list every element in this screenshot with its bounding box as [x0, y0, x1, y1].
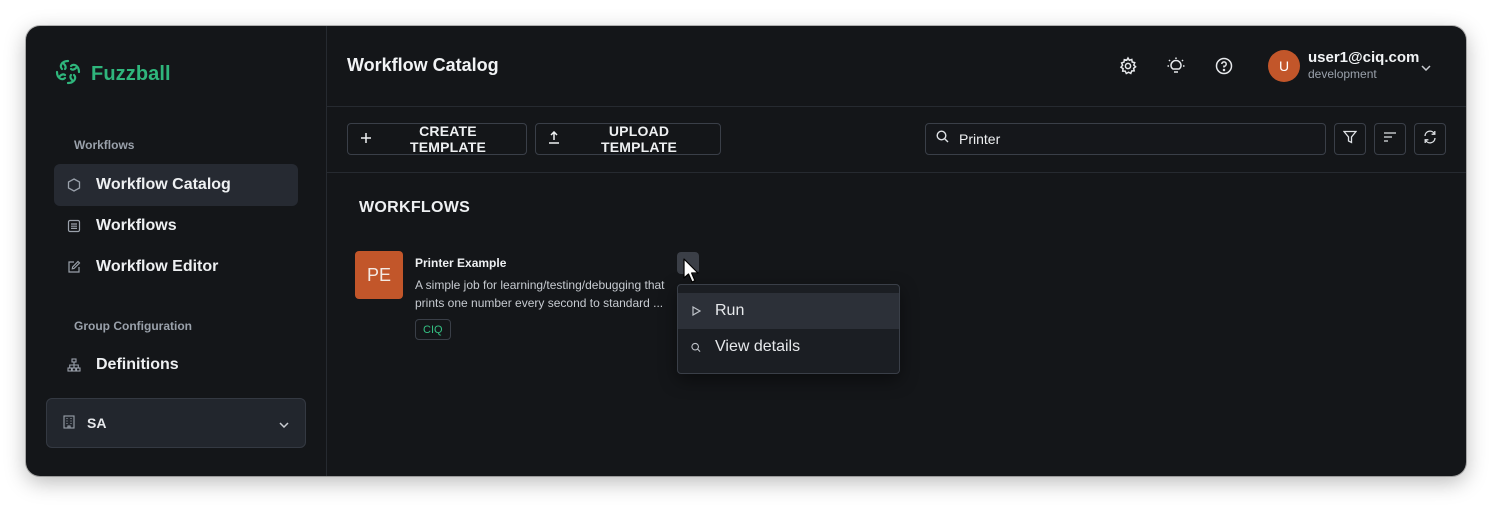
- filter-button[interactable]: [1334, 123, 1366, 155]
- hexagon-icon: [66, 177, 82, 193]
- search-icon: [936, 130, 949, 148]
- search-box[interactable]: [925, 123, 1326, 155]
- workflow-card-tag: CIQ: [415, 319, 451, 340]
- sidebar-item-label: Workflows: [96, 217, 177, 234]
- refresh-icon: [1423, 130, 1437, 149]
- menu-item-label: View details: [715, 338, 801, 355]
- app-window: Fuzzball Workflows Workflow Catalog Work…: [26, 26, 1466, 476]
- lightbulb-icon[interactable]: [1164, 54, 1188, 78]
- play-icon: [691, 306, 701, 316]
- sidebar-item-label: Workflow Editor: [96, 258, 219, 275]
- menu-item-label: Run: [715, 302, 745, 319]
- help-icon[interactable]: [1212, 54, 1236, 78]
- section-label-group-configuration: Group Configuration: [74, 319, 192, 333]
- main-content: Workflow Catalog U user1@ciq.com develop…: [327, 26, 1466, 476]
- create-template-button[interactable]: CREATE TEMPLATE: [347, 123, 527, 155]
- organization-select[interactable]: SA: [46, 398, 306, 448]
- chevron-down-icon[interactable]: [1421, 58, 1431, 76]
- workflows-section-title: WORKFLOWS: [359, 199, 471, 216]
- sidebar: Fuzzball Workflows Workflow Catalog Work…: [26, 26, 327, 476]
- workflow-card-avatar: PE: [355, 251, 403, 299]
- top-bar: Workflow Catalog U user1@ciq.com develop…: [327, 26, 1466, 107]
- sort-button[interactable]: [1374, 123, 1406, 155]
- create-template-label: CREATE TEMPLATE: [409, 123, 486, 155]
- page-title: Workflow Catalog: [347, 55, 499, 75]
- workflow-card-title[interactable]: Printer Example: [415, 256, 506, 270]
- plus-icon: [360, 131, 372, 147]
- edit-icon: [66, 259, 82, 275]
- context-menu: Run View details: [677, 284, 900, 374]
- hierarchy-icon: [66, 357, 82, 373]
- user-environment: development: [1308, 67, 1377, 81]
- sidebar-item-definitions[interactable]: Definitions: [54, 344, 298, 386]
- search-input[interactable]: [959, 131, 1299, 147]
- organization-value: SA: [87, 415, 107, 431]
- chevron-down-icon: [279, 415, 289, 431]
- toolbar: CREATE TEMPLATE UPLOAD TEMPLATE: [327, 107, 1466, 173]
- description-line: A simple job for learning/testing/debugg…: [415, 278, 665, 292]
- list-icon: [66, 218, 82, 234]
- user-avatar[interactable]: U: [1268, 50, 1300, 82]
- sidebar-item-label: Definitions: [96, 356, 179, 373]
- refresh-button[interactable]: [1414, 123, 1446, 155]
- sidebar-item-label: Workflow Catalog: [96, 176, 231, 193]
- sidebar-item-workflow-editor[interactable]: Workflow Editor: [54, 246, 298, 288]
- app-logo[interactable]: Fuzzball: [53, 57, 171, 92]
- menu-item-view-details[interactable]: View details: [678, 329, 899, 365]
- upload-template-button[interactable]: UPLOAD TEMPLATE: [535, 123, 721, 155]
- user-email[interactable]: user1@ciq.com: [1308, 49, 1419, 66]
- description-line: prints one number every second to standa…: [415, 296, 664, 310]
- section-label-workflows: Workflows: [74, 138, 135, 152]
- building-icon: [63, 414, 75, 432]
- sidebar-item-workflow-catalog[interactable]: Workflow Catalog: [54, 164, 298, 206]
- workflow-card-description: A simple job for learning/testing/debugg…: [415, 276, 687, 312]
- upload-template-label: UPLOAD TEMPLATE: [600, 123, 677, 155]
- menu-item-run[interactable]: Run: [678, 293, 899, 329]
- fuzzball-swirl-icon: [53, 57, 83, 92]
- upload-icon: [548, 130, 560, 147]
- settings-icon[interactable]: [1116, 54, 1140, 78]
- sidebar-item-workflows[interactable]: Workflows: [54, 205, 298, 247]
- search-icon: [691, 342, 701, 353]
- app-name: Fuzzball: [91, 63, 171, 85]
- filter-icon: [1342, 130, 1358, 149]
- sort-icon: [1383, 130, 1397, 148]
